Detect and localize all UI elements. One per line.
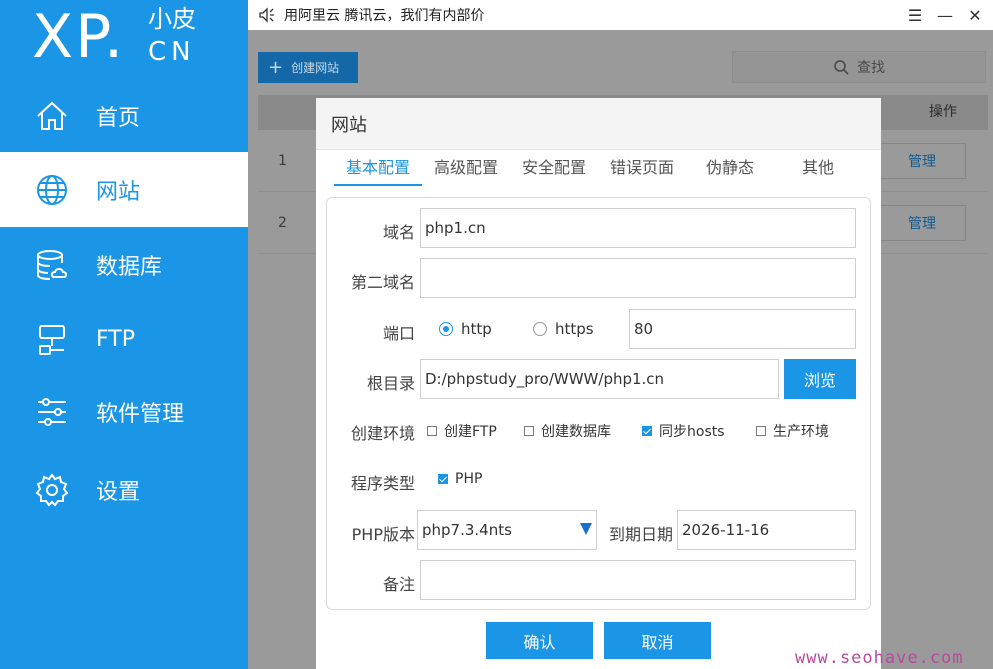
dialog-title: 网站 (316, 98, 881, 150)
program-type-label: 程序类型 (350, 474, 415, 493)
manage-button[interactable]: 管理 (878, 143, 966, 179)
titlebar: 用阿里云 腾讯云，我们有内部价 ☰ — ✕ (248, 0, 993, 30)
watermark: www.seohave.com (795, 648, 964, 668)
https-radio-label: https (555, 320, 594, 338)
tab-error-pages[interactable]: 错误页面 (598, 154, 686, 186)
production-env-checkbox[interactable]: 生产环境 (756, 421, 829, 441)
dialog-tabs: 基本配置 高级配置 安全配置 错误页面 伪静态 其他 (334, 154, 864, 186)
radio-unchecked-icon (533, 322, 547, 336)
manage-button[interactable]: 管理 (878, 205, 966, 241)
tab-advanced-config[interactable]: 高级配置 (422, 154, 510, 186)
sidebar-item-label: 设置 (96, 479, 141, 505)
ftp-icon (34, 322, 70, 358)
sidebar-item-label: 网站 (96, 179, 141, 205)
note-label: 备注 (382, 575, 415, 594)
create-ftp-label: 创建FTP (444, 424, 497, 440)
create-website-label: 创建网站 (291, 61, 340, 75)
logo-xp: XP. (32, 2, 126, 72)
php-version-select[interactable]: php7.3.4nts (417, 510, 597, 550)
php-option-label: PHP (455, 471, 483, 487)
tab-basic-config[interactable]: 基本配置 (334, 154, 422, 186)
php-version-label: PHP版本 (351, 525, 415, 544)
row-index: 1 (278, 153, 287, 169)
minimize-button[interactable]: — (931, 1, 959, 29)
tab-other[interactable]: 其他 (774, 154, 862, 186)
gear-icon (34, 472, 70, 508)
sync-hosts-checkbox[interactable]: 同步hosts (642, 421, 725, 441)
checkbox-unchecked-icon (427, 426, 437, 436)
create-database-checkbox[interactable]: 创建数据库 (524, 421, 611, 441)
sliders-icon (34, 394, 70, 430)
browse-button[interactable]: 浏览 (784, 359, 856, 399)
plus-icon: + (268, 57, 284, 78)
sidebar-item-label: 首页 (96, 105, 141, 131)
http-radio-label: http (461, 320, 492, 338)
checkbox-unchecked-icon (524, 426, 534, 436)
speaker-icon (258, 6, 276, 24)
expiry-date-label: 到期日期 (608, 525, 673, 544)
menu-icon[interactable]: ☰ (901, 1, 929, 29)
tab-security-config[interactable]: 安全配置 (510, 154, 598, 186)
sidebar-item-software[interactable]: 软件管理 (0, 374, 248, 449)
https-radio[interactable]: https (533, 320, 594, 338)
http-radio[interactable]: http (439, 320, 492, 338)
logo-cn-top: 小皮 (148, 5, 196, 33)
search-placeholder: 查找 (857, 60, 885, 76)
sidebar-item-website[interactable]: 网站 (0, 152, 248, 227)
search-input[interactable]: 查找 (732, 51, 986, 83)
titlebar-announcement[interactable]: 用阿里云 腾讯云，我们有内部价 (284, 5, 484, 25)
form-panel: 域名 php1.cn 第二域名 端口 http https 80 根目录 D:/… (326, 197, 871, 610)
root-dir-field[interactable]: D:/phpstudy_pro/WWW/php1.cn (420, 359, 779, 399)
sidebar-item-label: 数据库 (96, 254, 163, 280)
second-domain-field[interactable] (420, 258, 856, 298)
port-label: 端口 (382, 324, 415, 343)
database-icon (34, 247, 70, 283)
logo-cn-bottom: CN (148, 37, 196, 67)
checkbox-unchecked-icon (756, 426, 766, 436)
website-dialog: 网站 基本配置 高级配置 安全配置 错误页面 伪静态 其他 域名 php1.cn… (316, 98, 881, 669)
domain-field[interactable]: php1.cn (420, 208, 856, 248)
sidebar-item-ftp[interactable]: FTP (0, 302, 248, 377)
create-database-label: 创建数据库 (541, 424, 611, 440)
expiry-date-field[interactable]: 2026-11-16 (677, 510, 856, 550)
create-website-button[interactable]: + 创建网站 (258, 52, 358, 83)
search-icon (834, 60, 849, 75)
window-controls: ☰ — ✕ (899, 0, 989, 30)
checkbox-checked-icon (438, 474, 448, 484)
sync-hosts-label: 同步hosts (659, 424, 725, 440)
sidebar: XP. 小皮 CN 首页 网站 数据库 FTP 软件管理 设置 (0, 0, 248, 669)
close-button[interactable]: ✕ (961, 1, 989, 29)
confirm-button[interactable]: 确认 (486, 622, 593, 659)
checkbox-checked-icon (642, 426, 652, 436)
row-index: 2 (278, 215, 287, 231)
production-env-label: 生产环境 (773, 424, 829, 440)
root-dir-label: 根目录 (366, 374, 415, 393)
globe-icon (34, 172, 70, 208)
radio-checked-icon (439, 322, 453, 336)
home-icon (34, 98, 70, 134)
domain-label: 域名 (382, 223, 415, 242)
sidebar-item-home[interactable]: 首页 (0, 78, 248, 153)
php-version-value: php7.3.4nts (422, 521, 512, 539)
sidebar-item-label: 软件管理 (96, 401, 185, 427)
sidebar-item-settings[interactable]: 设置 (0, 452, 248, 527)
logo: XP. 小皮 CN (32, 0, 232, 80)
column-header-actions: 操作 (929, 104, 957, 120)
php-checkbox[interactable]: PHP (438, 471, 482, 487)
sidebar-item-database[interactable]: 数据库 (0, 227, 248, 302)
tab-rewrite[interactable]: 伪静态 (686, 154, 774, 186)
second-domain-label: 第二域名 (350, 273, 415, 292)
sidebar-item-label: FTP (96, 327, 135, 352)
create-env-label: 创建环境 (350, 424, 415, 443)
note-field[interactable] (420, 560, 856, 600)
create-ftp-checkbox[interactable]: 创建FTP (427, 421, 497, 441)
cancel-button[interactable]: 取消 (604, 622, 711, 659)
port-field[interactable]: 80 (629, 309, 856, 349)
